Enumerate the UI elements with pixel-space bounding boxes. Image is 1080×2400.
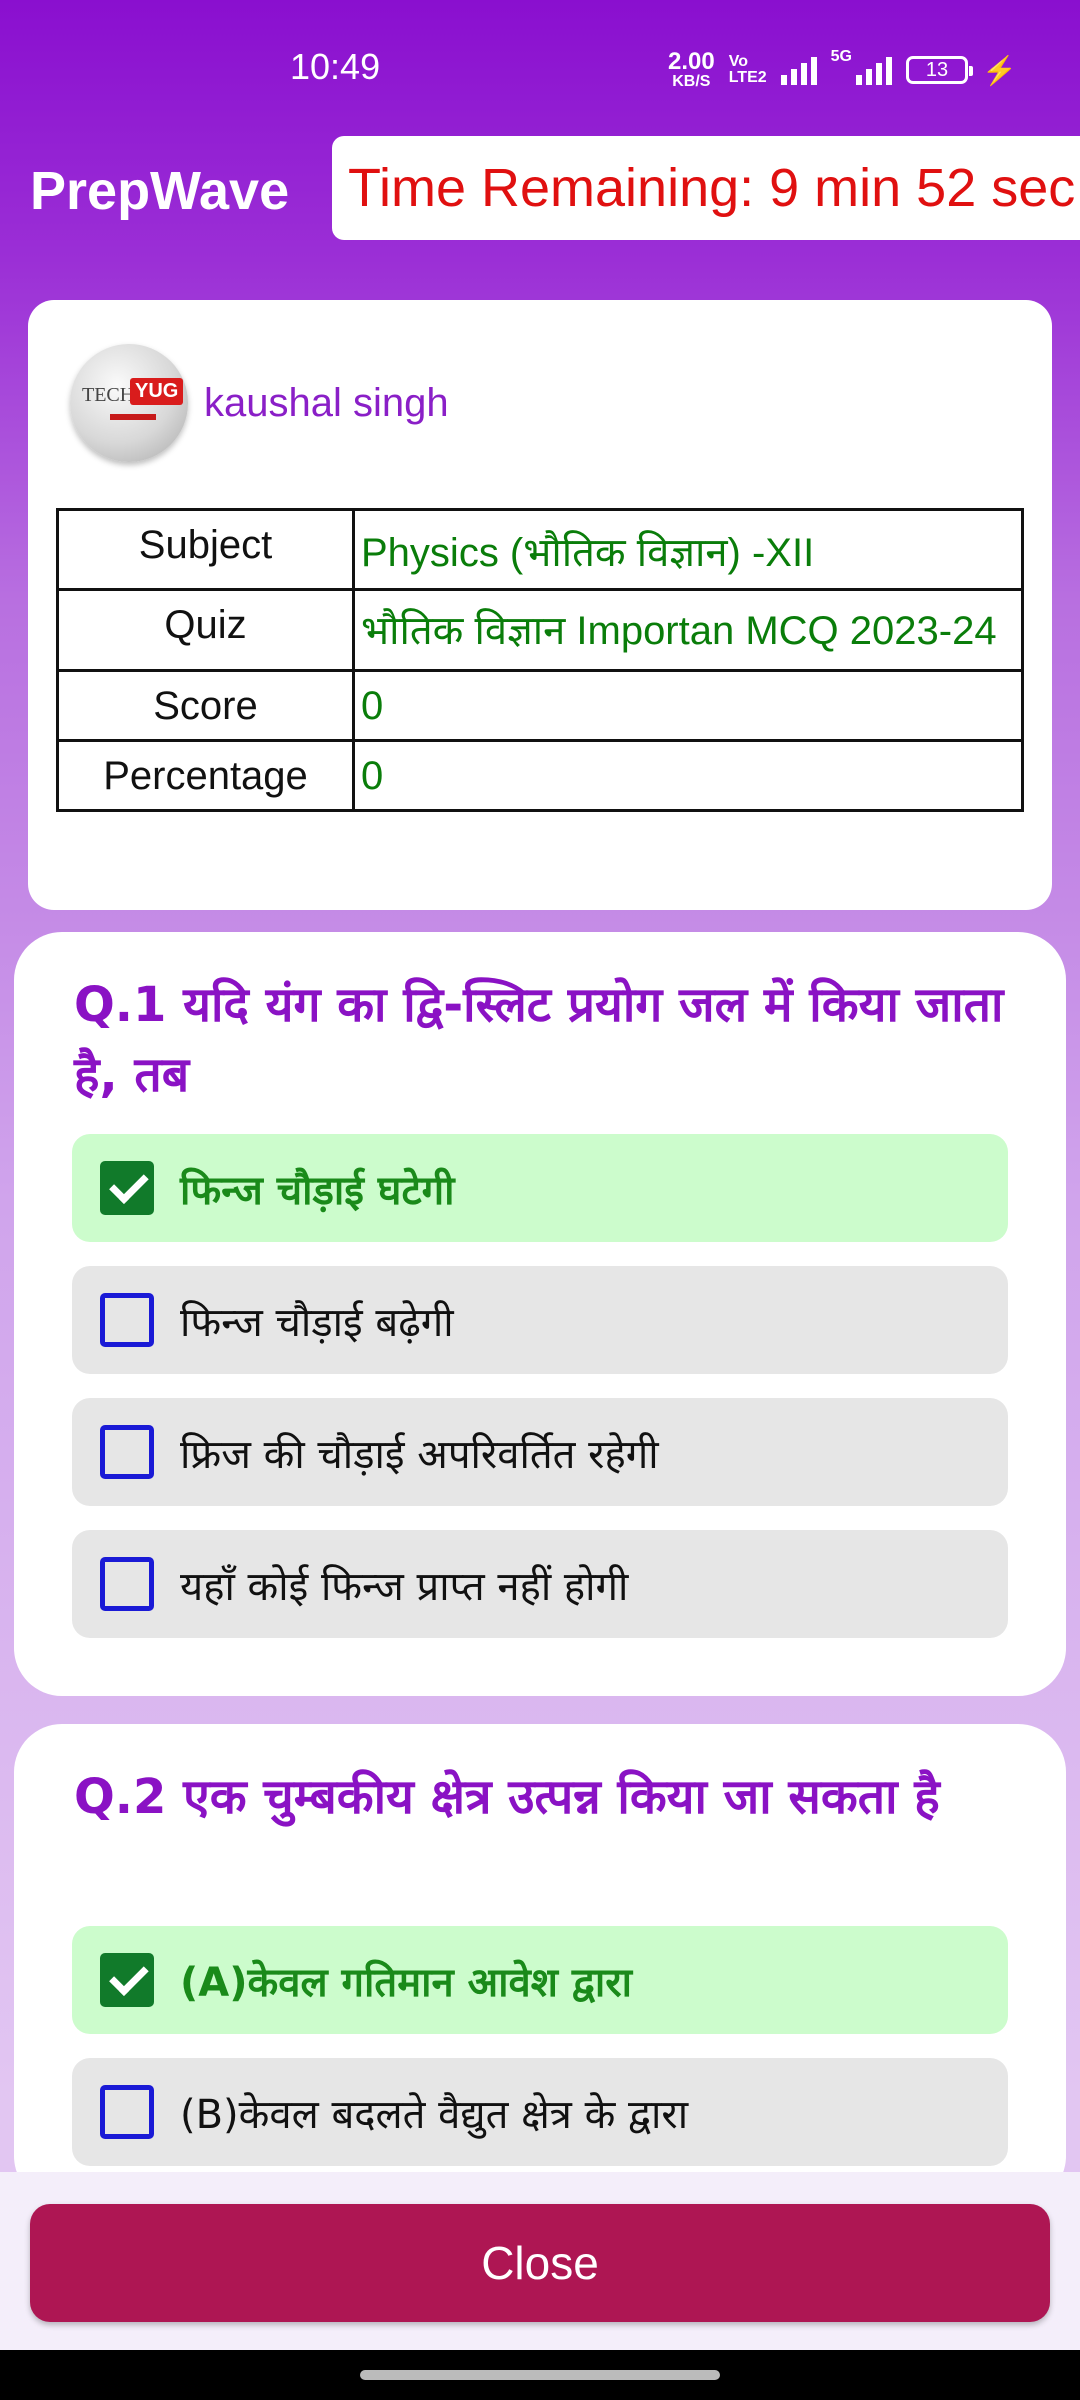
checkbox-icon[interactable] bbox=[100, 1425, 154, 1479]
table-row: Score 0 bbox=[56, 669, 1024, 742]
battery-level: 13 bbox=[925, 58, 949, 81]
question-card-2: Q.2 एक चुम्बकीय क्षेत्र उत्पन्न किया जा … bbox=[14, 1724, 1066, 2204]
network-speed: 2.00 KB/S bbox=[668, 50, 715, 90]
option-1-3[interactable]: फ्रिज की चौड़ाई अपरिवर्तित रहेगी bbox=[72, 1398, 1008, 1506]
signal-5g-icon bbox=[856, 55, 892, 85]
volte-label-bottom: LTE2 bbox=[728, 69, 767, 86]
volte-label-top: Vo bbox=[728, 53, 748, 70]
table-row: Percentage 0 bbox=[56, 739, 1024, 812]
option-1-4[interactable]: यहाँ कोई फिन्ज प्राप्त नहीं होगी bbox=[72, 1530, 1008, 1638]
bottom-panel: Close bbox=[0, 2172, 1080, 2350]
time-remaining-text: Time Remaining: 9 min 52 sec bbox=[348, 158, 1076, 218]
question-card-1: Q.1 यदि यंग का द्वि-स्लिट प्रयोग जल में … bbox=[14, 932, 1066, 1696]
option-1-2[interactable]: फिन्ज चौड़ाई बढ़ेगी bbox=[72, 1266, 1008, 1374]
subject-label: Subject bbox=[56, 508, 355, 591]
option-label: फ्रिज की चौड़ाई अपरिवर्तित रहेगी bbox=[180, 1431, 659, 1478]
option-label: फिन्ज चौड़ाई बढ़ेगी bbox=[180, 1299, 454, 1346]
quiz-value: भौतिक विज्ञान Importan MCQ 2023-24 bbox=[352, 588, 1024, 672]
battery-icon: 13 bbox=[906, 56, 973, 84]
option-2-2[interactable]: (B)केवल बदलते वैद्युत क्षेत्र के द्वारा bbox=[72, 2058, 1008, 2166]
status-time: 10:49 bbox=[290, 46, 381, 87]
navigation-bar bbox=[0, 2350, 1080, 2400]
checkbox-checked-icon[interactable] bbox=[100, 1953, 154, 2007]
option-2-1[interactable]: (A)केवल गतिमान आवेश द्वारा bbox=[72, 1926, 1008, 2034]
checkbox-checked-icon[interactable] bbox=[100, 1161, 154, 1215]
question-title: Q.1 यदि यंग का द्वि-स्लिट प्रयोग जल में … bbox=[74, 977, 1004, 1103]
quiz-info-card: TECH YUG kaushal singh Subject Physics (… bbox=[28, 300, 1052, 910]
option-1-1[interactable]: फिन्ज चौड़ाई घटेगी bbox=[72, 1134, 1008, 1242]
status-icons: 2.00 KB/S Vo LTE2 5G 13 ⚡ bbox=[668, 48, 1017, 92]
option-label: यहाँ कोई फिन्ज प्राप्त नहीं होगी bbox=[180, 1563, 629, 1610]
charging-icon: ⚡ bbox=[982, 54, 1017, 86]
network-speed-value: 2.00 bbox=[668, 48, 715, 75]
checkbox-icon[interactable] bbox=[100, 1293, 154, 1347]
checkbox-icon[interactable] bbox=[100, 1557, 154, 1611]
avatar-logo-text: TECH bbox=[82, 384, 135, 406]
checkbox-icon[interactable] bbox=[100, 2085, 154, 2139]
gesture-handle[interactable] bbox=[360, 2370, 720, 2380]
option-label: (B)केवल बदलते वैद्युत क्षेत्र के द्वारा bbox=[180, 2091, 689, 2138]
percentage-value: 0 bbox=[352, 739, 1024, 812]
avatar-logo-badge: YUG bbox=[130, 378, 184, 405]
percentage-label: Percentage bbox=[56, 739, 355, 812]
signal-icon bbox=[780, 55, 817, 85]
quiz-label: Quiz bbox=[56, 588, 355, 672]
app-title: PrepWave bbox=[30, 161, 290, 221]
network-type-label: 5G bbox=[830, 48, 852, 65]
volte-icon: Vo LTE2 bbox=[729, 54, 767, 86]
user-profile-row: TECH YUG kaushal singh bbox=[70, 344, 449, 462]
subject-value: Physics (भौतिक विज्ञान) -XII bbox=[352, 508, 1024, 591]
score-value: 0 bbox=[352, 669, 1024, 742]
user-name: kaushal singh bbox=[204, 380, 449, 425]
question-title: Q.2 एक चुम्बकीय क्षेत्र उत्पन्न किया जा … bbox=[74, 1769, 940, 1825]
table-row: Subject Physics (भौतिक विज्ञान) -XII bbox=[56, 508, 1024, 591]
option-label: (A)केवल गतिमान आवेश द्वारा bbox=[180, 1959, 632, 2006]
status-bar: 10:49 2.00 KB/S Vo LTE2 5G 13 ⚡ bbox=[0, 0, 1080, 140]
option-label: फिन्ज चौड़ाई घटेगी bbox=[180, 1167, 455, 1214]
score-label: Score bbox=[56, 669, 355, 742]
network-speed-unit: KB/S bbox=[672, 73, 711, 90]
table-row: Quiz भौतिक विज्ञान Importan MCQ 2023-24 bbox=[56, 588, 1024, 672]
avatar-logo-stripe bbox=[110, 414, 156, 420]
close-button[interactable]: Close bbox=[30, 2204, 1050, 2322]
quiz-info-table: Subject Physics (भौतिक विज्ञान) -XII Qui… bbox=[56, 508, 1024, 812]
time-remaining-box: Time Remaining: 9 min 52 sec bbox=[332, 136, 1080, 240]
avatar: TECH YUG bbox=[70, 344, 188, 462]
